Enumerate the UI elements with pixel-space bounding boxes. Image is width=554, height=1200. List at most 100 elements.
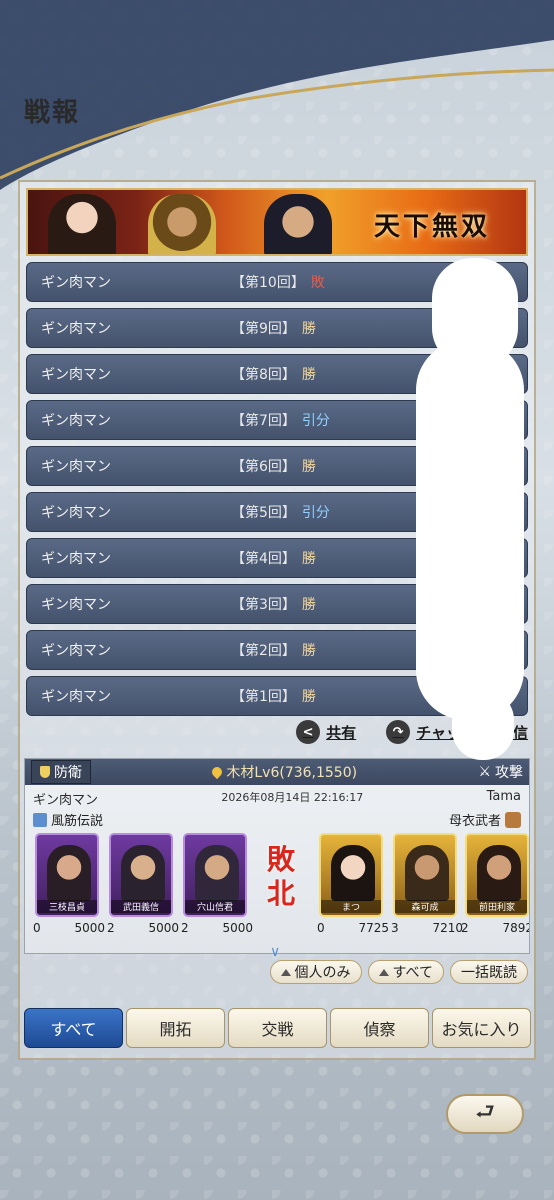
unit-card[interactable]: 穴山信君	[183, 833, 247, 917]
triangle-up-icon	[378, 968, 389, 976]
battle-detail-card[interactable]: 防衛 木材Lv6(736,1550) ⚔ 攻撃 ギン肉マン 2026年08月14…	[24, 758, 530, 954]
unit-troops: 7892	[502, 921, 530, 935]
row-result: 勝	[301, 643, 316, 659]
row-round: 【第2回】	[231, 643, 296, 659]
row-round: 【第7回】	[231, 413, 296, 429]
chat-label-tail: 信	[512, 723, 528, 742]
unit-card[interactable]: 前田利家	[465, 833, 529, 917]
unit-stats: 0 7725	[317, 921, 389, 935]
unit-portrait	[195, 845, 239, 901]
row-player-name: ギン肉マン	[41, 689, 111, 705]
row-round: 【第3回】	[231, 597, 296, 613]
row-round: 【第8回】	[231, 367, 296, 383]
redaction-mark	[416, 340, 524, 720]
defense-tag: 防衛	[31, 760, 91, 784]
unit-card[interactable]: 三枝昌貞	[35, 833, 99, 917]
forward-arrow-icon: ↷	[386, 720, 411, 744]
row-round: 【第10回】	[231, 275, 305, 291]
unit-name: 森可成	[395, 900, 455, 913]
unit-stats: 3 7210	[391, 921, 463, 935]
unit-stats: 2 5000	[107, 921, 179, 935]
row-round: 【第9回】	[231, 321, 296, 337]
location-label: 木材Lv6(736,1550)	[226, 765, 358, 781]
unit-troops: 5000	[148, 921, 179, 935]
unit-lv: 2	[107, 921, 115, 935]
row-player-name: ギン肉マン	[41, 597, 111, 613]
triangle-up-icon	[280, 968, 291, 976]
tab-scouting[interactable]: 偵察	[330, 1008, 429, 1048]
unit-troops: 5000	[222, 921, 253, 935]
unit-stats: 0 5000	[33, 921, 105, 935]
unit-card[interactable]: 武田義信	[109, 833, 173, 917]
skill-icon	[33, 812, 47, 827]
attack-tag: ⚔ 攻撃	[478, 762, 523, 782]
row-player-name: ギン肉マン	[41, 505, 111, 521]
tab-development[interactable]: 開拓	[126, 1008, 225, 1048]
share-icon: <	[296, 720, 321, 744]
unit-portrait	[121, 845, 165, 901]
opponent-name: Tama	[486, 789, 521, 804]
crossed-swords-icon: ⚔	[478, 764, 491, 780]
filter-personal-button[interactable]: 個人のみ	[269, 960, 362, 984]
unit-stats: 2 7892	[461, 921, 530, 935]
expand-chevron-icon[interactable]: ∨	[270, 944, 280, 960]
location[interactable]: 木材Lv6(736,1550)	[210, 762, 358, 782]
unit-badge-icon	[505, 811, 521, 828]
category-tabs: すべて 開拓 交戦 偵察 お気に入り	[24, 1008, 531, 1048]
row-player-name: ギン肉マン	[41, 643, 111, 659]
tab-favorites[interactable]: お気に入り	[432, 1008, 531, 1048]
unit-portrait	[47, 845, 91, 901]
unit-troops: 7210	[432, 921, 463, 935]
filter-personal-label: 個人のみ	[294, 965, 351, 981]
redaction-mark	[452, 690, 514, 760]
shield-icon	[40, 766, 50, 778]
unit-troops: 5000	[74, 921, 105, 935]
opponent-title: 母衣武者	[448, 814, 501, 829]
row-player-name: ギン肉マン	[41, 551, 111, 567]
back-arrow-icon: ⮐	[475, 1100, 495, 1125]
page-title: 戦報	[24, 98, 81, 128]
unit-name: 三枝昌貞	[37, 900, 97, 913]
tab-all[interactable]: すべて	[24, 1008, 123, 1048]
hero-portrait-1	[48, 194, 116, 254]
row-player-name: ギン肉マン	[41, 413, 111, 429]
detail-meta: ギン肉マン 2026年08月14日 22:16:17 Tama	[25, 785, 529, 808]
row-result: 勝	[301, 367, 316, 383]
unit-stats: 2 5000	[181, 921, 253, 935]
unit-name: 前田利家	[467, 900, 527, 913]
player-name: ギン肉マン	[33, 793, 99, 808]
unit-name: 穴山信君	[185, 900, 245, 913]
share-label: 共有	[326, 723, 357, 742]
header-swoosh	[0, 0, 554, 190]
row-result: 勝	[301, 551, 316, 567]
tab-combat[interactable]: 交戦	[228, 1008, 327, 1048]
share-button[interactable]: < 共有	[296, 720, 356, 744]
hero-portrait-2	[148, 194, 216, 254]
mark-all-read-label: 一括既読	[461, 965, 517, 981]
filter-bar: 個人のみ すべて 一括既読	[269, 960, 528, 984]
row-result: 勝	[301, 321, 316, 337]
row-round: 【第5回】	[231, 505, 296, 521]
back-button[interactable]: ⮐	[446, 1094, 524, 1134]
unit-name: まつ	[321, 900, 381, 913]
unit-name: 武田義信	[111, 900, 171, 913]
map-pin-icon	[210, 764, 225, 780]
unit-lv: 0	[317, 921, 325, 935]
row-result: 引分	[301, 413, 330, 429]
unit-lv: 3	[391, 921, 399, 935]
row-result: 勝	[301, 689, 316, 705]
unit-card[interactable]: まつ	[319, 833, 383, 917]
unit-lv: 2	[181, 921, 189, 935]
filter-all-button[interactable]: すべて	[367, 960, 444, 984]
row-player-name: ギン肉マン	[41, 275, 111, 291]
banner-title: 天下無双	[373, 212, 490, 242]
row-round: 【第4回】	[231, 551, 296, 567]
row-result: 引分	[301, 505, 330, 521]
unit-portrait	[405, 845, 449, 901]
mode-label: 防衛	[54, 765, 82, 781]
filter-all-label: すべて	[392, 965, 433, 981]
unit-card[interactable]: 森可成	[393, 833, 457, 917]
top-banner[interactable]: 天下無双	[26, 188, 528, 256]
mark-all-read-button[interactable]: 一括既読	[450, 960, 528, 984]
row-player-name: ギン肉マン	[41, 367, 111, 383]
